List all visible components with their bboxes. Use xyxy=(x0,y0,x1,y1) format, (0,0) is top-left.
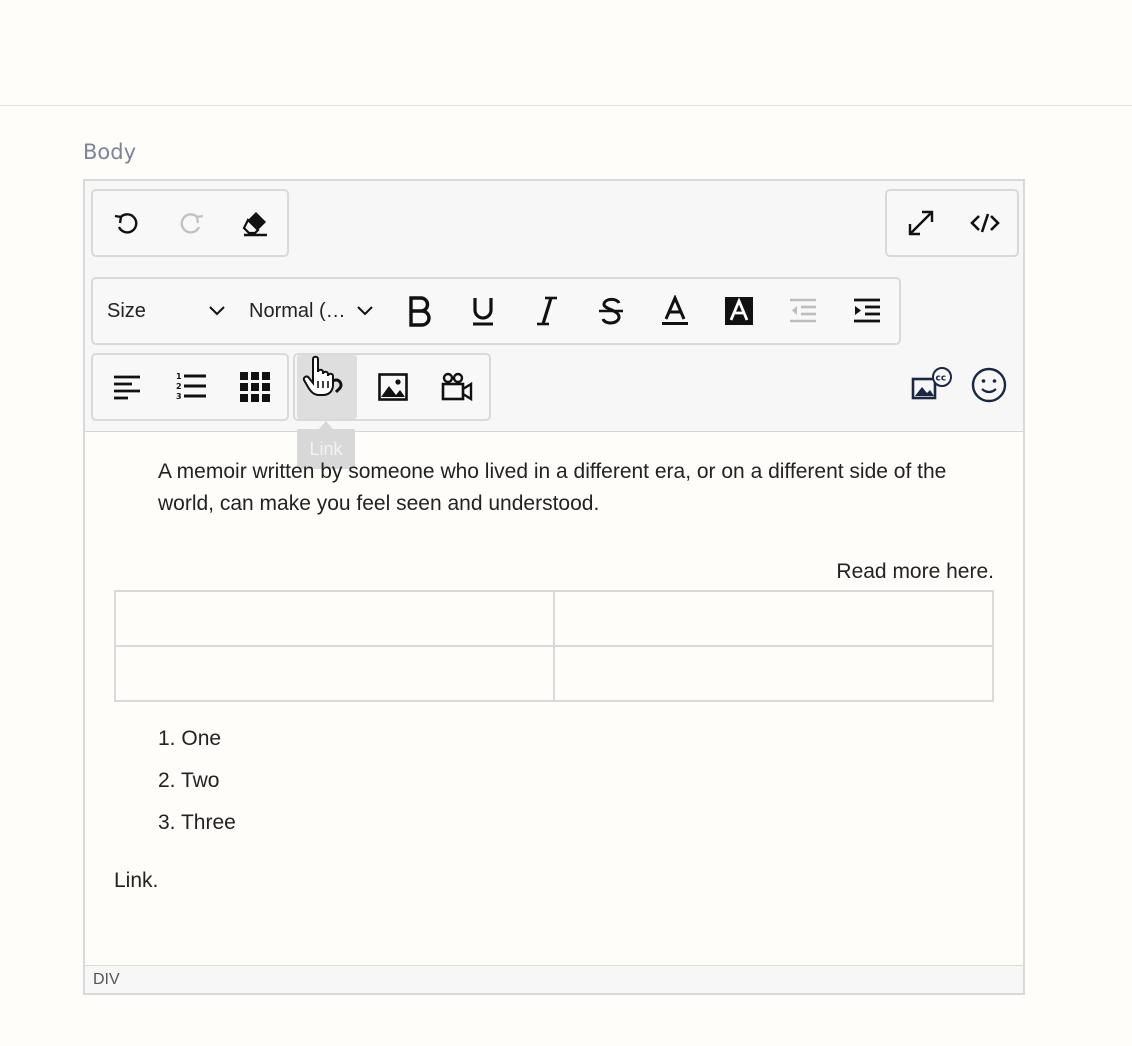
table-row xyxy=(114,590,994,647)
list-item: 2. Two xyxy=(158,769,220,792)
table-cell[interactable] xyxy=(114,645,555,702)
source-code-button[interactable] xyxy=(953,191,1017,255)
element-path[interactable]: DIV xyxy=(93,971,120,988)
expand-icon xyxy=(908,210,934,236)
bold-icon xyxy=(409,296,431,327)
ordered-list-icon: 123 xyxy=(176,372,206,401)
image-caption-button[interactable]: cc xyxy=(905,353,961,417)
chevron-down-icon xyxy=(209,306,225,316)
header-divider xyxy=(0,105,1132,106)
editor-toolbar: Size Normal (… 1 2 3 cc xyxy=(85,181,1023,432)
table-icon xyxy=(240,372,270,402)
hand-cursor-icon xyxy=(302,355,334,396)
history-group xyxy=(91,189,289,257)
blockquote-text: A memoir written by someone who lived in… xyxy=(158,460,947,515)
indent-icon xyxy=(854,298,880,323)
underline-button[interactable] xyxy=(451,279,515,343)
svg-text:cc: cc xyxy=(936,374,947,384)
indent-button[interactable] xyxy=(835,279,899,343)
font-size-value: Size xyxy=(107,299,146,322)
code-icon xyxy=(970,213,1000,233)
undo-icon xyxy=(114,213,138,234)
list-item: 3. Three xyxy=(158,811,236,834)
redo-button[interactable] xyxy=(159,191,223,255)
highlight-color-button[interactable] xyxy=(707,279,771,343)
editor-content[interactable]: A memoir written by someone who lived in… xyxy=(85,433,1023,965)
strikethrough-button[interactable] xyxy=(579,279,643,343)
video-button[interactable] xyxy=(425,355,489,419)
align-left-icon xyxy=(114,375,140,400)
ordered-list: 1. One 2. Two 3. Three xyxy=(158,723,236,849)
bold-button[interactable] xyxy=(387,279,451,343)
clear-format-button[interactable] xyxy=(223,191,287,255)
table-row xyxy=(114,645,994,702)
image-button[interactable] xyxy=(361,355,425,419)
element-path-statusbar: DIV xyxy=(85,965,1023,993)
block-format-dropdown[interactable]: Normal (… xyxy=(249,279,379,343)
font-size-dropdown[interactable]: Size xyxy=(107,279,237,343)
align-button[interactable] xyxy=(95,355,159,419)
svg-text:2: 2 xyxy=(176,382,182,391)
strikethrough-icon xyxy=(599,297,623,325)
block-format-value: Normal (… xyxy=(249,299,346,322)
smiley-icon xyxy=(971,367,1007,403)
image-cc-icon: cc xyxy=(911,367,952,400)
read-more-text: Read more here. xyxy=(836,560,994,583)
format-group: Size Normal (… xyxy=(91,277,901,345)
italic-icon xyxy=(537,296,557,326)
field-label: Body xyxy=(83,140,137,164)
table-button[interactable] xyxy=(223,355,287,419)
outdent-button[interactable] xyxy=(771,279,835,343)
fullscreen-button[interactable] xyxy=(889,191,953,255)
table-cell[interactable] xyxy=(553,590,994,647)
font-color-icon xyxy=(662,295,688,325)
chevron-down-icon xyxy=(357,306,373,316)
undo-button[interactable] xyxy=(95,191,159,255)
table-cell[interactable] xyxy=(114,590,555,647)
view-group xyxy=(885,189,1019,257)
eraser-icon xyxy=(242,212,267,237)
emoji-button[interactable] xyxy=(961,353,1017,417)
video-camera-icon xyxy=(441,372,473,402)
paragraph-group: 123 xyxy=(91,353,289,421)
underline-icon xyxy=(473,298,493,326)
font-color-button[interactable] xyxy=(643,279,707,343)
image-icon xyxy=(378,373,408,401)
table-cell[interactable] xyxy=(553,645,994,702)
ordered-list-button[interactable]: 123 xyxy=(159,355,223,419)
list-item: 1. One xyxy=(158,727,222,750)
italic-button[interactable] xyxy=(515,279,579,343)
outdent-icon xyxy=(790,298,816,323)
redo-icon xyxy=(180,213,204,234)
highlight-icon xyxy=(725,297,753,325)
content-table[interactable] xyxy=(114,590,994,702)
svg-text:3: 3 xyxy=(176,392,182,401)
rich-text-editor: Size Normal (… 1 2 3 cc Link A memoir wr… xyxy=(83,179,1025,995)
link-paragraph: Link. xyxy=(114,869,159,892)
svg-text:1: 1 xyxy=(176,372,182,381)
